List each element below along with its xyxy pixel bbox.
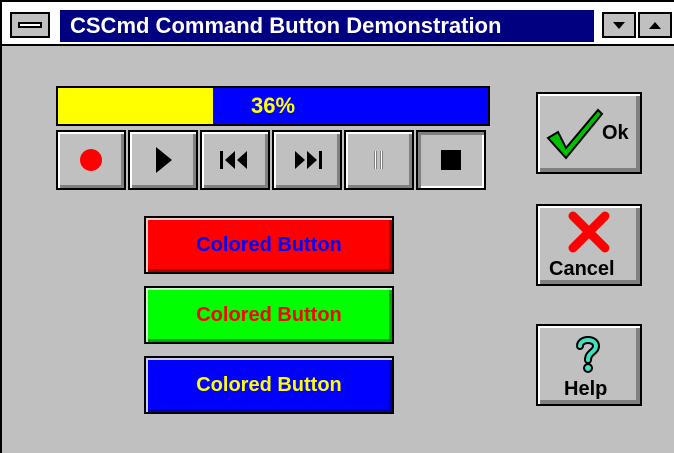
cancel-label: Cancel: [549, 258, 615, 280]
pause-icon: [374, 151, 383, 169]
stop-icon: [441, 150, 461, 170]
skip-forward-button[interactable]: [272, 130, 342, 190]
ok-label: Ok: [602, 122, 629, 144]
play-button[interactable]: [128, 130, 198, 190]
skip-back-button[interactable]: [200, 130, 270, 190]
colored-button-red[interactable]: Colored Button: [144, 216, 394, 274]
skip-forward-icon: [295, 151, 322, 169]
ok-button[interactable]: Ok: [536, 92, 642, 174]
system-menu-icon: [18, 22, 42, 28]
stop-button[interactable]: [416, 130, 486, 190]
maximize-button[interactable]: [638, 12, 672, 38]
x-icon: [568, 211, 610, 253]
minimize-button[interactable]: [602, 12, 636, 38]
app-window: CSCmd Command Button Demonstration 36% C…: [0, 0, 674, 453]
system-menu-button[interactable]: [10, 12, 50, 38]
record-icon: [80, 149, 102, 171]
up-triangle-icon: [649, 22, 661, 29]
checkmark-icon: [546, 108, 604, 160]
play-icon: [156, 147, 172, 173]
skip-back-icon: [220, 151, 247, 169]
pause-button[interactable]: [344, 130, 414, 190]
title-bar: CSCmd Command Button Demonstration: [2, 2, 674, 46]
cancel-button[interactable]: Cancel: [536, 204, 642, 286]
record-button[interactable]: [56, 130, 126, 190]
colored-button-green[interactable]: Colored Button: [144, 286, 394, 344]
question-mark-icon: [576, 336, 601, 373]
help-button[interactable]: Help: [536, 324, 642, 406]
colored-button-blue[interactable]: Colored Button: [144, 356, 394, 414]
progress-bar: 36%: [56, 86, 490, 126]
window-title: CSCmd Command Button Demonstration: [60, 10, 594, 42]
help-label: Help: [564, 378, 608, 400]
progress-label: 36%: [250, 93, 296, 118]
down-triangle-icon: [613, 22, 625, 29]
